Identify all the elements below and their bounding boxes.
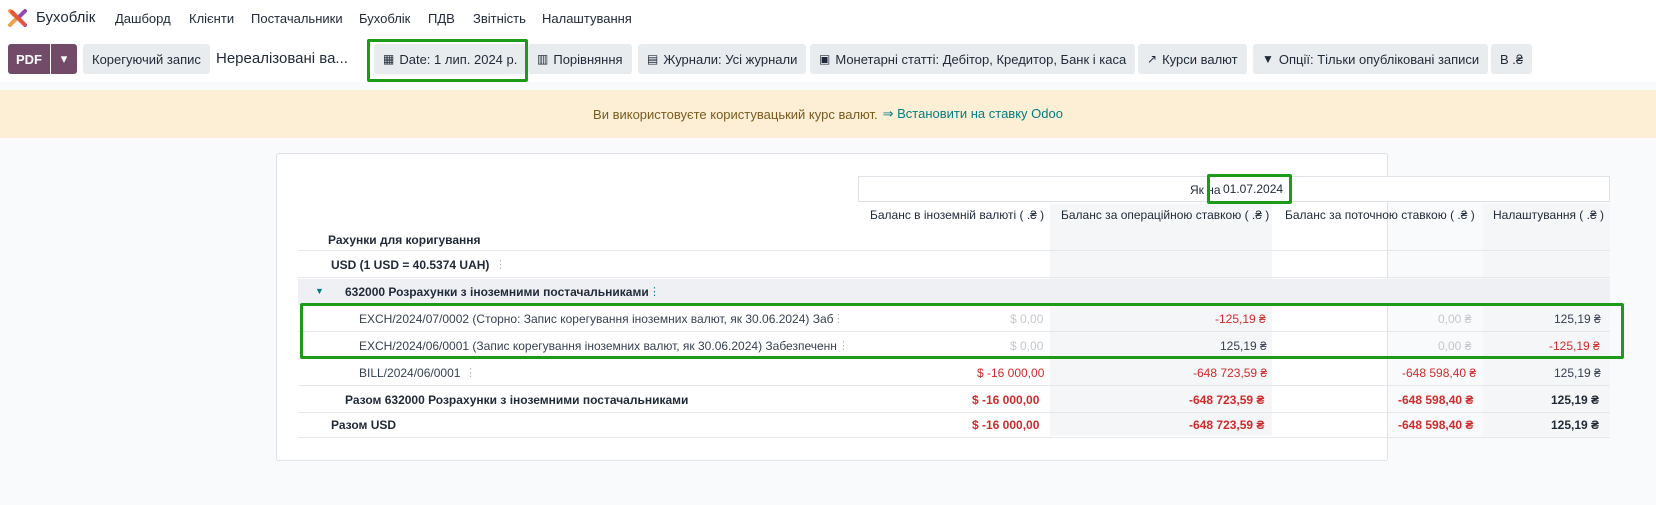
monetary-items-button[interactable]: ▣ Монетарні статті: Дебітор, Кредитор, Ба… xyxy=(810,44,1136,74)
cell-operation-balance: -648 723,59 ₴ xyxy=(1189,418,1265,432)
kebab-menu-icon[interactable]: ⋮ xyxy=(495,258,506,271)
cell-foreign-balance: $ -16 000,00 xyxy=(972,418,1040,432)
menu-configuration[interactable]: Налаштування xyxy=(542,11,632,26)
alert-text: Ви використовуєте користувацький курс ва… xyxy=(593,106,878,122)
adjusting-entry-button[interactable]: Корегуючий запис xyxy=(83,44,210,74)
cell-operation-balance: -648 723,59 ₴ xyxy=(1193,366,1268,380)
menu-reporting[interactable]: Звітність xyxy=(473,11,526,26)
reset-to-odoo-rate-link[interactable]: ⇒ Встановити на ставку Odoo xyxy=(883,106,1063,122)
caret-down-icon: ▾ xyxy=(60,51,68,66)
cell-foreign-balance: $ -16 000,00 xyxy=(972,393,1040,407)
account-total-row: Разом 632000 Розрахунки з іноземними пос… xyxy=(298,387,1610,413)
currency-total-row: Разом USD $ -16 000,00 -648 723,59 ₴ -64… xyxy=(298,412,1610,438)
comparison-label: Порівняння xyxy=(553,51,623,67)
pdf-dropdown-button[interactable]: ▾ xyxy=(51,44,77,74)
kebab-menu-icon[interactable]: ⋮ xyxy=(649,285,660,298)
book-icon: ▤ xyxy=(647,52,659,66)
cell-current-balance: -648 598,40 ₴ xyxy=(1398,393,1474,407)
line-name[interactable]: BILL/2024/06/0001 xyxy=(359,366,460,380)
menu-vat[interactable]: ПДВ xyxy=(428,11,455,26)
menu-accounting[interactable]: Бухоблік xyxy=(359,11,410,26)
options-filter-button[interactable]: ▼ Опції: Тільки опубліковані записи xyxy=(1253,44,1489,74)
highlight-date-filter xyxy=(367,39,528,82)
highlight-exchange-entries xyxy=(300,303,1624,359)
column-header-foreign-balance: Баланс в іноземній валюті ( .₴ ) xyxy=(870,208,1045,222)
app-brand[interactable]: Бухоблік xyxy=(36,9,95,26)
cell-adjustment: 125,19 ₴ xyxy=(1554,366,1601,380)
comparison-button[interactable]: ▥ Порівняння xyxy=(528,44,632,74)
cell-current-balance: -648 598,40 ₴ xyxy=(1402,366,1477,380)
column-header-operation-rate: Баланс за операційною ставкою ( .₴ ) xyxy=(1061,208,1270,222)
account-total-label: Разом 632000 Розрахунки з іноземними пос… xyxy=(345,393,689,407)
journals-filter-button[interactable]: ▤ Журнали: Усі журнали xyxy=(638,44,807,74)
table-row[interactable]: BILL/2024/06/0001 ⋮ $ -16 000,00 -648 72… xyxy=(298,360,1610,386)
report-title-row: Рахунки для коригування xyxy=(298,227,1610,251)
exchange-rates-button[interactable]: ↗ Курси валют xyxy=(1138,44,1247,74)
cell-foreign-balance: $ -16 000,00 xyxy=(977,366,1045,380)
cell-adjustment: 125,19 ₴ xyxy=(1551,393,1600,407)
app-logo-icon[interactable] xyxy=(8,8,28,28)
account-group-label: 632000 Розрахунки з іноземними постачаль… xyxy=(345,285,649,299)
bar-chart-icon: ▥ xyxy=(537,52,549,66)
pdf-button[interactable]: PDF xyxy=(8,44,50,74)
column-header-current-rate: Баланс за поточною ставкою ( .₴ ) xyxy=(1285,208,1475,222)
report-control-bar: PDF ▾ Корегуючий запис Нереалізовані ва.… xyxy=(0,36,1656,82)
custom-rate-alert: Ви використовуєте користувацький курс ва… xyxy=(0,90,1656,138)
line-chart-icon: ↗ xyxy=(1147,52,1158,66)
currency-total-label: Разом USD xyxy=(331,418,397,432)
highlight-as-of-date xyxy=(1207,174,1292,204)
column-header-adjustment: Налаштування ( .₴ ) xyxy=(1493,208,1604,222)
menu-dashboard[interactable]: Дашборд xyxy=(115,11,171,26)
account-group-row[interactable]: ▼ 632000 Розрахунки з іноземними постача… xyxy=(298,279,1610,305)
cell-current-balance: -648 598,40 ₴ xyxy=(1398,418,1474,432)
exchange-rates-label: Курси валют xyxy=(1162,51,1238,67)
collapse-caret-icon[interactable]: ▼ xyxy=(315,286,324,296)
kebab-menu-icon[interactable]: ⋮ xyxy=(465,366,476,379)
menu-customers[interactable]: Клієнти xyxy=(189,11,234,26)
filter-icon: ▼ xyxy=(1262,52,1274,66)
journals-filter-label: Журнали: Усі журнали xyxy=(663,51,798,67)
money-icon: ▣ xyxy=(819,52,831,66)
cell-operation-balance: -648 723,59 ₴ xyxy=(1189,393,1265,407)
currency-group-label: USD (1 USD = 40.5374 UAH) xyxy=(331,258,490,272)
currency-button[interactable]: В .₴ xyxy=(1491,44,1533,74)
cell-adjustment: 125,19 ₴ xyxy=(1551,418,1600,432)
options-filter-label: Опції: Тільки опубліковані записи xyxy=(1278,51,1480,67)
top-navbar: Бухоблік Дашборд Клієнти Постачальники Б… xyxy=(0,0,1656,36)
currency-group-row[interactable]: USD (1 USD = 40.5374 UAH) ⋮ xyxy=(298,252,1610,278)
report-name: Нереалізовані ва... xyxy=(216,50,348,67)
monetary-items-label: Монетарні статті: Дебітор, Кредитор, Бан… xyxy=(835,51,1127,67)
menu-vendors[interactable]: Постачальники xyxy=(251,11,343,26)
report-title: Рахунки для коригування xyxy=(328,233,481,247)
